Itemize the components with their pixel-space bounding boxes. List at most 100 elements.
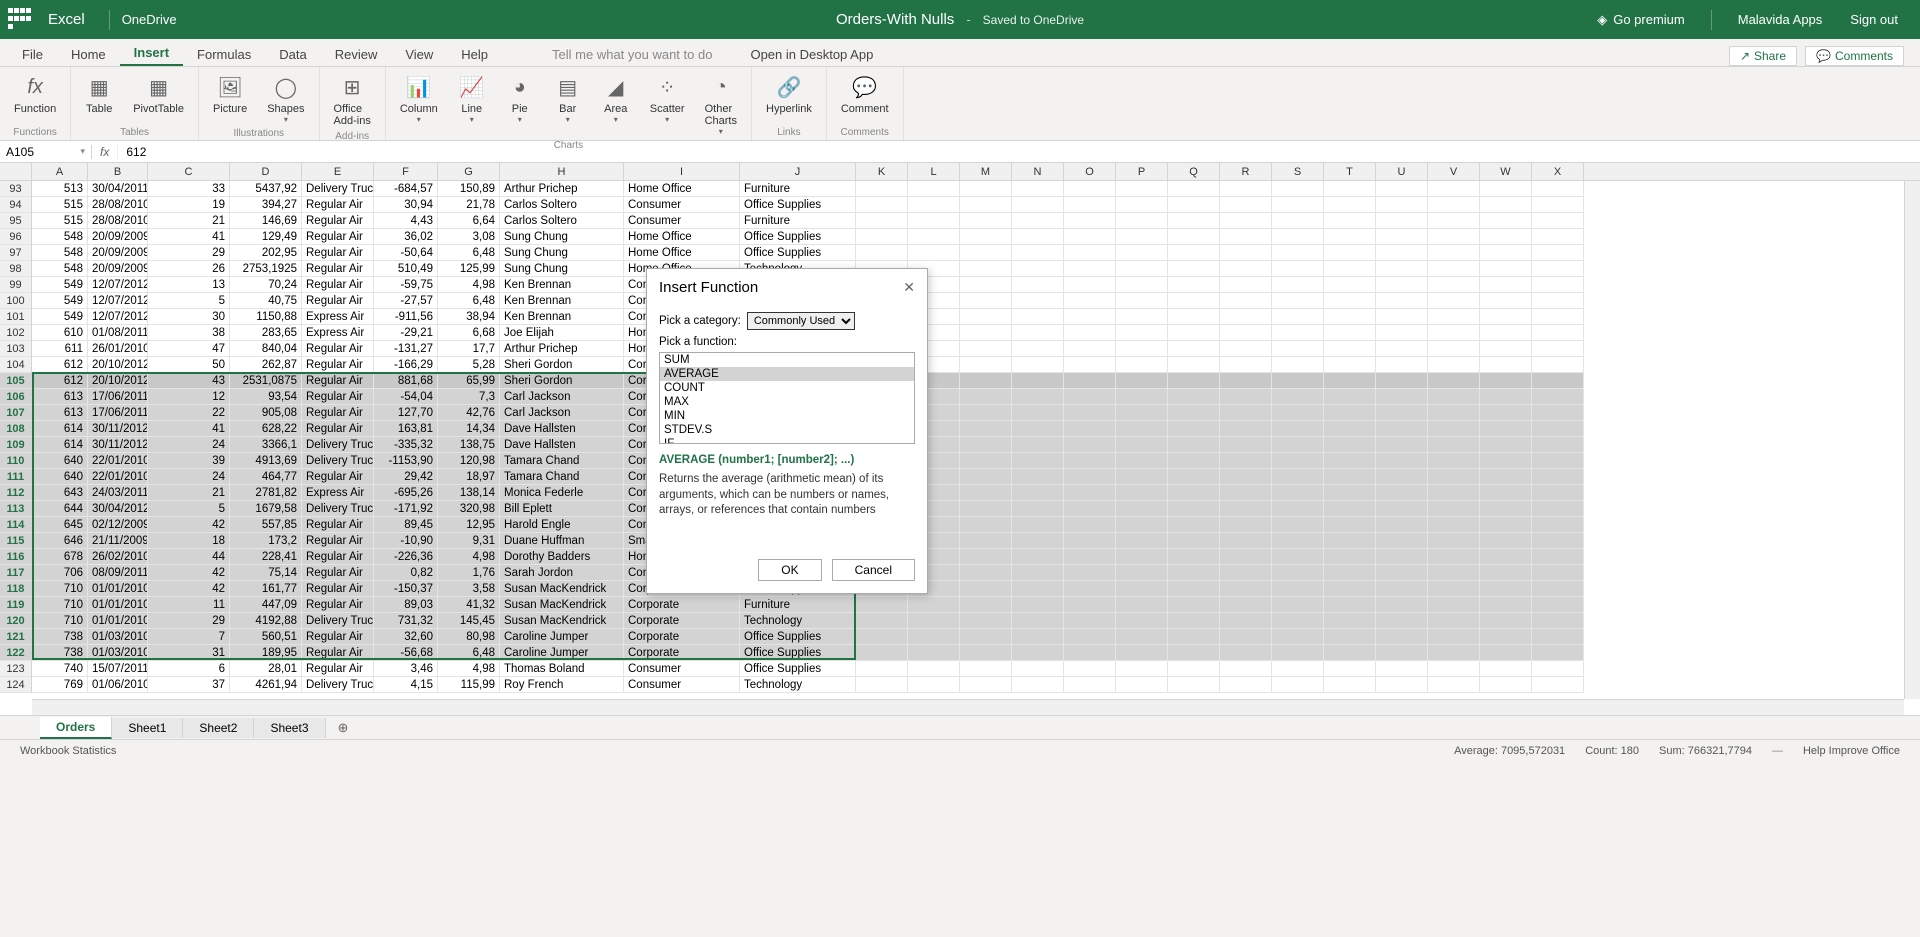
cell[interactable]: Regular Air bbox=[302, 357, 374, 373]
cell[interactable]: 120,98 bbox=[438, 453, 500, 469]
cell[interactable] bbox=[908, 245, 960, 261]
cell[interactable] bbox=[1064, 533, 1116, 549]
comment-button[interactable]: 💬Comment bbox=[837, 71, 893, 117]
cell[interactable]: Regular Air bbox=[302, 565, 374, 581]
cell[interactable]: 2781,82 bbox=[230, 485, 302, 501]
office-addins-button[interactable]: ⊞Office Add-ins bbox=[330, 71, 375, 129]
cell[interactable] bbox=[1012, 325, 1064, 341]
cell[interactable] bbox=[1272, 645, 1324, 661]
cell[interactable] bbox=[1064, 645, 1116, 661]
cell[interactable]: 80,98 bbox=[438, 629, 500, 645]
cell[interactable] bbox=[960, 357, 1012, 373]
cell[interactable]: 28/08/2010 bbox=[88, 197, 148, 213]
cell[interactable] bbox=[1116, 517, 1168, 533]
cell[interactable] bbox=[1220, 517, 1272, 533]
cell[interactable] bbox=[1064, 501, 1116, 517]
cell[interactable] bbox=[1220, 437, 1272, 453]
cell[interactable]: 548 bbox=[32, 245, 88, 261]
ok-button[interactable]: OK bbox=[758, 559, 821, 581]
cell[interactable] bbox=[1064, 549, 1116, 565]
cell[interactable] bbox=[856, 181, 908, 197]
cell[interactable] bbox=[1324, 277, 1376, 293]
cell[interactable]: 20/10/2012 bbox=[88, 357, 148, 373]
cell[interactable]: Regular Air bbox=[302, 645, 374, 661]
cell[interactable]: 129,49 bbox=[230, 229, 302, 245]
cell[interactable]: 22 bbox=[148, 405, 230, 421]
cell[interactable] bbox=[960, 197, 1012, 213]
cell[interactable] bbox=[1116, 325, 1168, 341]
row-header[interactable]: 97 bbox=[0, 245, 31, 261]
tab-home[interactable]: Home bbox=[57, 43, 120, 66]
cell[interactable]: Regular Air bbox=[302, 277, 374, 293]
cell[interactable] bbox=[1168, 661, 1220, 677]
cell[interactable] bbox=[1428, 389, 1480, 405]
row-header[interactable]: 102 bbox=[0, 325, 31, 341]
cell[interactable] bbox=[1272, 661, 1324, 677]
row-header[interactable]: 98 bbox=[0, 261, 31, 277]
cell[interactable] bbox=[1428, 245, 1480, 261]
tab-file[interactable]: File bbox=[8, 43, 57, 66]
cell[interactable] bbox=[1480, 501, 1532, 517]
cell[interactable]: 548 bbox=[32, 261, 88, 277]
row-header[interactable]: 118 bbox=[0, 581, 31, 597]
cell[interactable] bbox=[1428, 437, 1480, 453]
go-premium-button[interactable]: ◈ Go premium bbox=[1583, 0, 1699, 39]
cell[interactable]: 125,99 bbox=[438, 261, 500, 277]
column-header[interactable]: R bbox=[1220, 163, 1272, 180]
cell[interactable] bbox=[1168, 261, 1220, 277]
cell[interactable]: Delivery Truck bbox=[302, 181, 374, 197]
cell[interactable] bbox=[1376, 341, 1428, 357]
cell[interactable] bbox=[1480, 469, 1532, 485]
cell[interactable] bbox=[1168, 405, 1220, 421]
cell[interactable] bbox=[1376, 549, 1428, 565]
cell[interactable] bbox=[1324, 421, 1376, 437]
column-chart-button[interactable]: 📊Column▾ bbox=[396, 71, 442, 138]
cell[interactable] bbox=[1428, 549, 1480, 565]
cell[interactable]: Thomas Boland bbox=[500, 661, 624, 677]
cell[interactable]: 12/07/2012 bbox=[88, 293, 148, 309]
cell[interactable] bbox=[960, 341, 1012, 357]
cell[interactable] bbox=[1324, 469, 1376, 485]
cell[interactable] bbox=[1480, 293, 1532, 309]
column-header[interactable]: S bbox=[1272, 163, 1324, 180]
cell[interactable]: 710 bbox=[32, 581, 88, 597]
cell[interactable]: 33 bbox=[148, 181, 230, 197]
cell[interactable] bbox=[1064, 405, 1116, 421]
row-header[interactable]: 115 bbox=[0, 533, 31, 549]
cell[interactable] bbox=[1168, 645, 1220, 661]
cell[interactable] bbox=[1168, 245, 1220, 261]
cell[interactable] bbox=[1012, 181, 1064, 197]
cell[interactable] bbox=[1532, 485, 1584, 501]
cell[interactable] bbox=[1428, 661, 1480, 677]
cell[interactable] bbox=[960, 261, 1012, 277]
cell[interactable]: 21 bbox=[148, 485, 230, 501]
row-header[interactable]: 105 bbox=[0, 373, 31, 389]
cell[interactable] bbox=[1220, 469, 1272, 485]
cell[interactable] bbox=[1012, 197, 1064, 213]
column-header[interactable]: C bbox=[148, 163, 230, 180]
cell[interactable]: 6,48 bbox=[438, 645, 500, 661]
cell[interactable]: 40,75 bbox=[230, 293, 302, 309]
cell[interactable]: Technology bbox=[740, 613, 856, 629]
cell[interactable] bbox=[1324, 517, 1376, 533]
cell[interactable] bbox=[856, 597, 908, 613]
cell[interactable] bbox=[1324, 661, 1376, 677]
cell[interactable] bbox=[960, 277, 1012, 293]
cell[interactable]: 2531,0875 bbox=[230, 373, 302, 389]
cell[interactable]: 12/07/2012 bbox=[88, 309, 148, 325]
cell[interactable] bbox=[1272, 389, 1324, 405]
cell[interactable] bbox=[1168, 213, 1220, 229]
cell[interactable] bbox=[1376, 421, 1428, 437]
cell[interactable]: Sung Chung bbox=[500, 245, 624, 261]
cell[interactable]: 710 bbox=[32, 597, 88, 613]
cell[interactable]: 3,46 bbox=[374, 661, 438, 677]
cell[interactable] bbox=[1428, 181, 1480, 197]
cell[interactable] bbox=[908, 229, 960, 245]
cell[interactable]: 163,81 bbox=[374, 421, 438, 437]
column-header[interactable]: D bbox=[230, 163, 302, 180]
cell[interactable] bbox=[1532, 629, 1584, 645]
cell[interactable]: Susan MacKendrick bbox=[500, 597, 624, 613]
cell[interactable]: Corporate bbox=[624, 629, 740, 645]
cell[interactable] bbox=[1324, 357, 1376, 373]
cell[interactable]: 146,69 bbox=[230, 213, 302, 229]
